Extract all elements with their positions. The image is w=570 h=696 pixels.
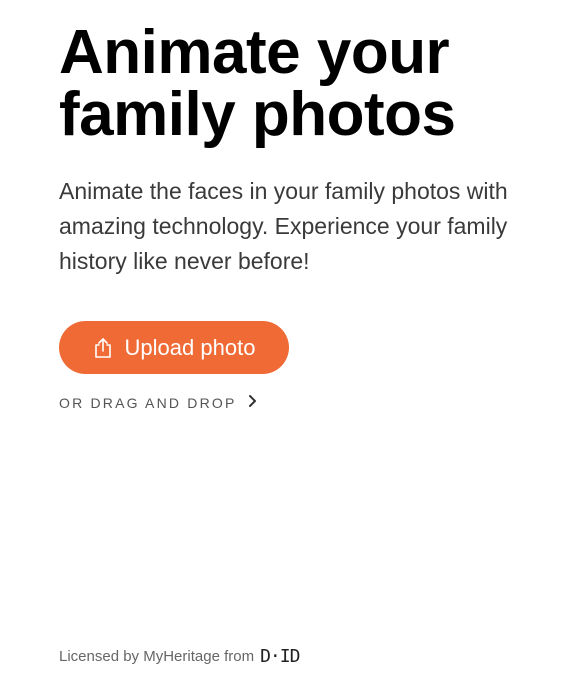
drag-and-drop-label: OR DRAG AND DROP (59, 394, 237, 411)
upload-button-label: Upload photo (124, 334, 256, 360)
upload-icon (93, 337, 113, 359)
upload-photo-button[interactable]: Upload photo (59, 321, 289, 374)
headline-line-1: Animate your (59, 18, 450, 87)
page-title: Animate your family photos (59, 22, 549, 146)
drag-and-drop-link[interactable]: OR DRAG AND DROP (59, 394, 549, 411)
license-text: Licensed by MyHeritage from (59, 648, 255, 665)
headline-line-2: family photos (59, 80, 456, 149)
chevron-right-icon (247, 394, 257, 411)
hero-section: Animate your family photos Animate the f… (59, 22, 549, 411)
license-footer: Licensed by MyHeritage from D·ID (59, 646, 300, 667)
did-logo: D·ID (260, 646, 300, 667)
hero-subtitle: Animate the faces in your family photos … (59, 178, 508, 274)
